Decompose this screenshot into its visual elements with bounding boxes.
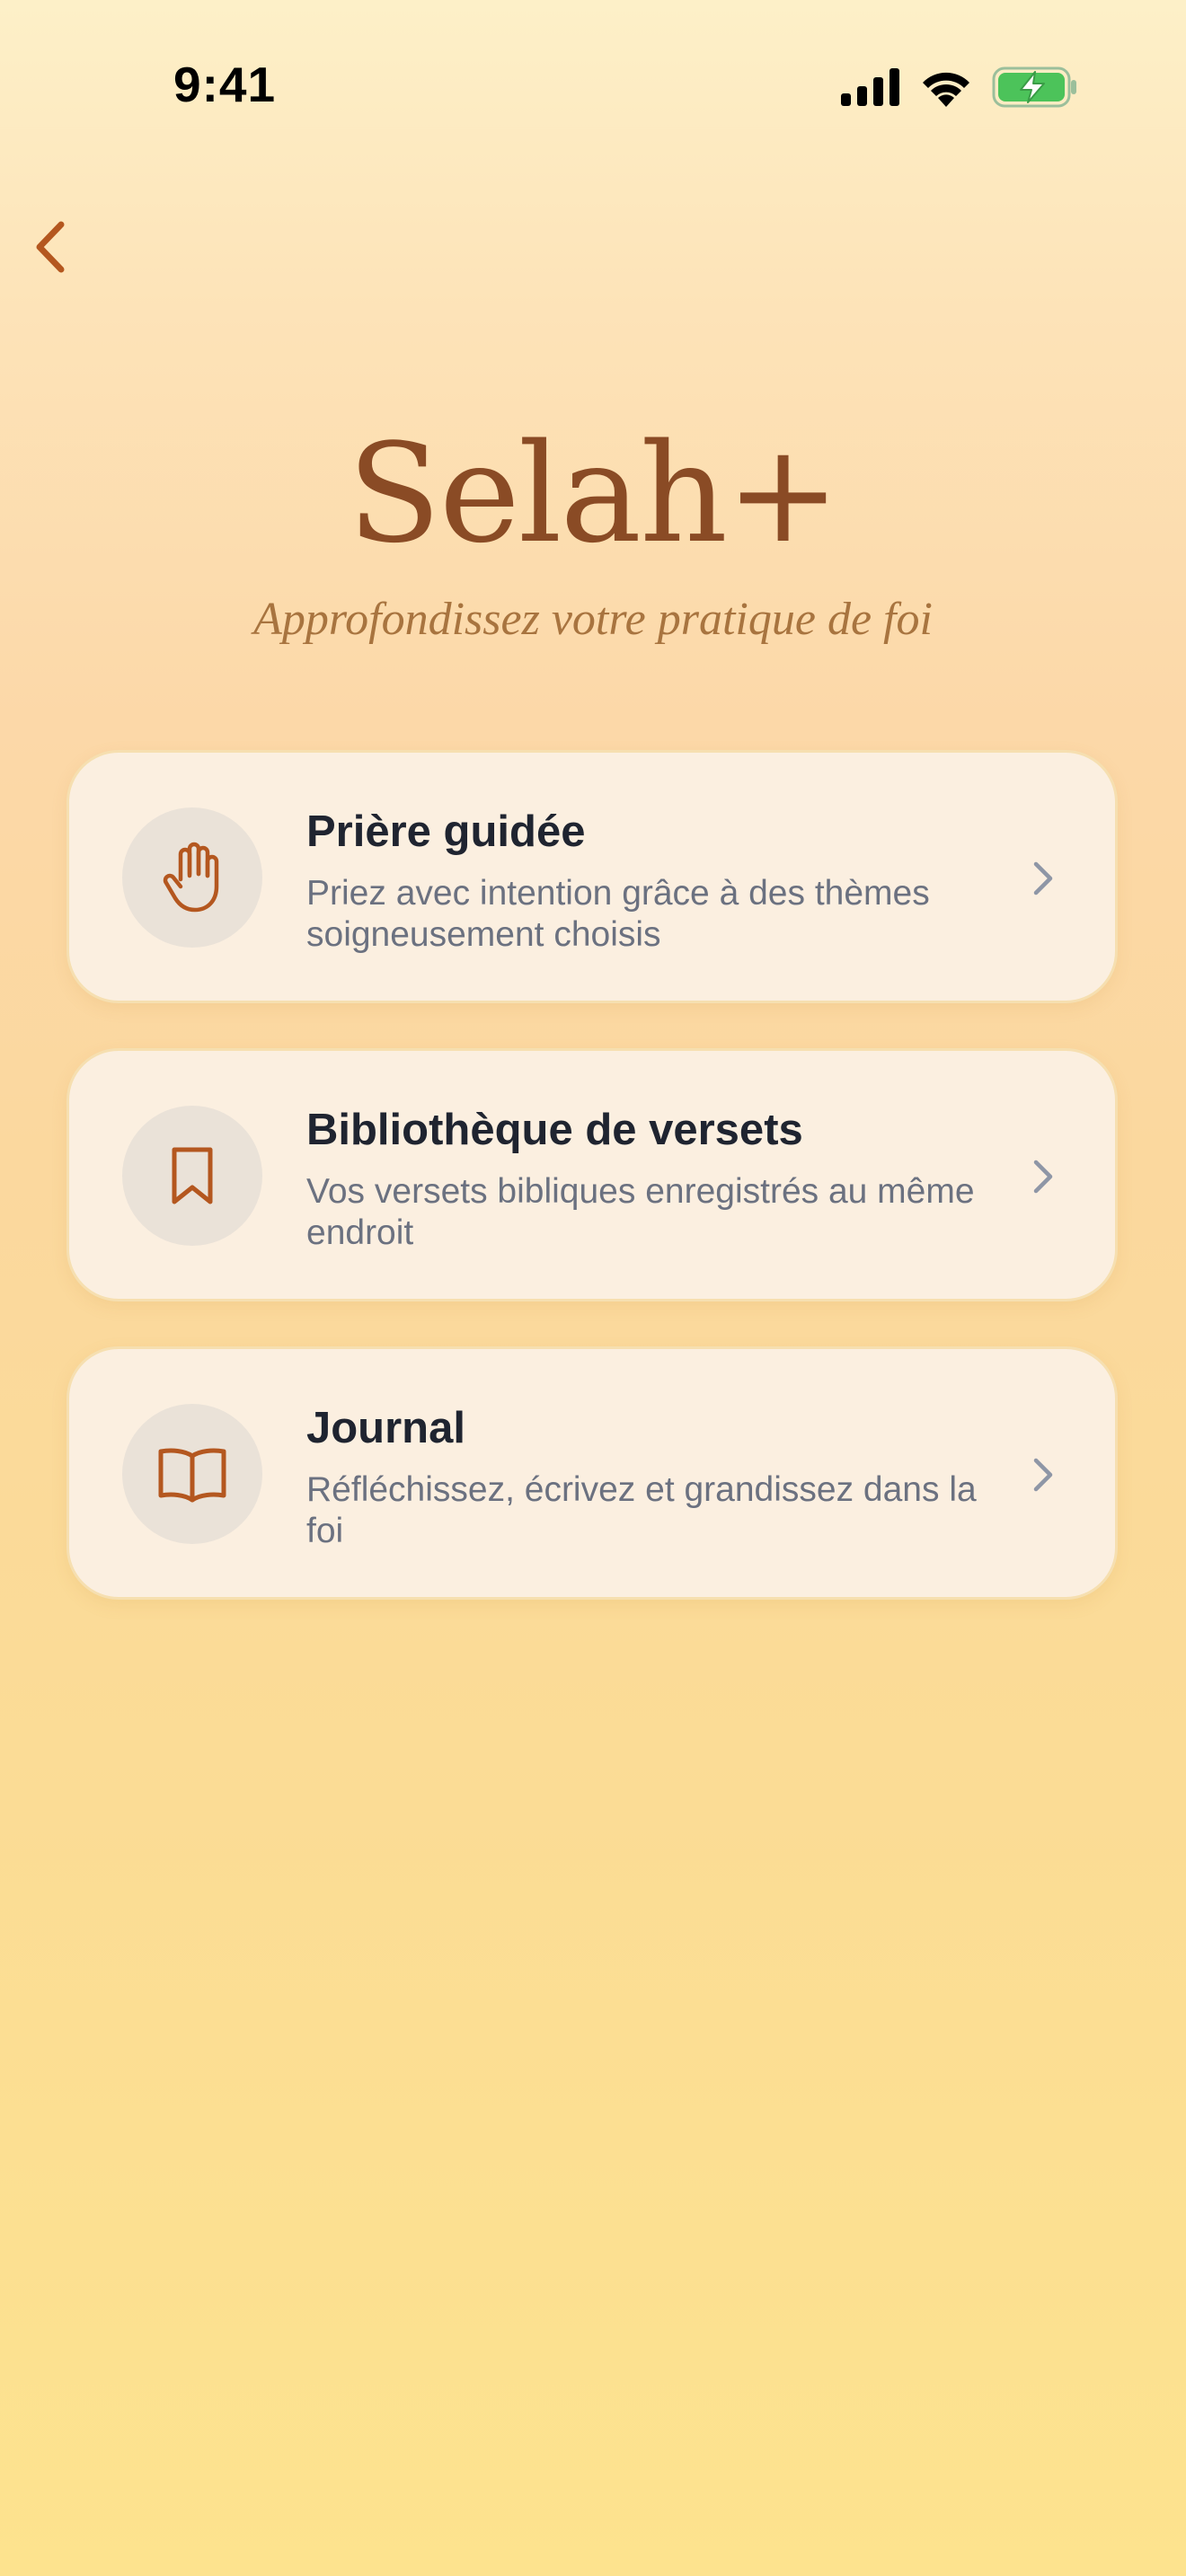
chevron-left-icon	[36, 221, 65, 273]
card-description: Vos versets bibliques enregistrés au mêm…	[306, 1172, 975, 1252]
back-button[interactable]	[34, 216, 106, 278]
card-title: Prière guidée	[306, 807, 586, 856]
bookmark-icon	[172, 1147, 213, 1204]
chevron-right-icon	[1025, 1450, 1061, 1500]
card-description: Réfléchissez, écrivez et grandissez dans…	[306, 1470, 977, 1550]
card-title: Bibliothèque de versets	[306, 1106, 803, 1154]
card-title: Journal	[306, 1404, 465, 1452]
status-time: 9:41	[173, 57, 277, 112]
card-description: Priez avec intention grâce à des thèmes …	[306, 874, 930, 954]
battery-charging-icon	[992, 66, 1076, 108]
card-icon-circle	[122, 1404, 262, 1544]
verse-library-card[interactable]: Bibliothèque de versets Vos versets bibl…	[66, 1048, 1118, 1301]
card-icon-circle	[122, 1106, 262, 1246]
card-icon-circle	[122, 807, 262, 948]
app-title: Selah+	[347, 414, 841, 573]
status-bar: 9:41	[0, 0, 1186, 171]
guided-prayer-card[interactable]: Prière guidée Priez avec intention grâce…	[66, 750, 1118, 1003]
status-icons	[841, 63, 1078, 111]
wifi-icon	[923, 72, 969, 107]
raised-hand-icon	[163, 842, 219, 913]
chevron-right-icon	[1025, 1151, 1061, 1202]
open-book-icon	[158, 1448, 226, 1503]
cellular-signal-icon	[841, 68, 899, 106]
chevron-right-icon	[1025, 853, 1061, 904]
app-subtitle: Approfondissez votre pratique de foi	[253, 594, 933, 645]
journal-card[interactable]: Journal Réfléchissez, écrivez et grandis…	[66, 1346, 1118, 1600]
